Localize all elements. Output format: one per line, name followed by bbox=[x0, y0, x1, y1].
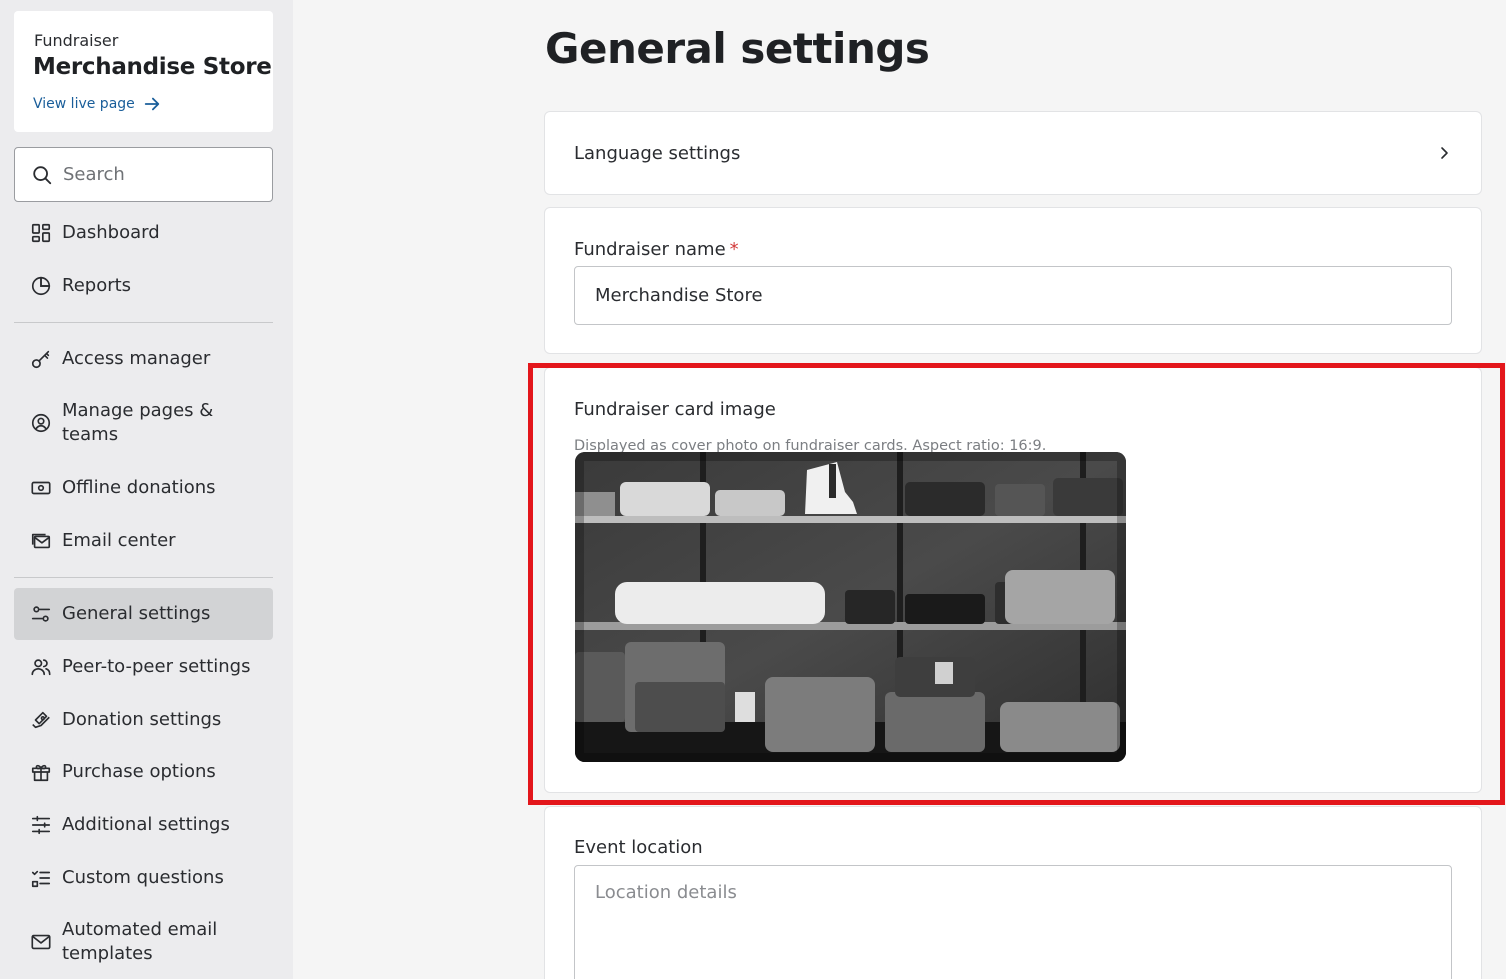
gift-icon bbox=[30, 761, 52, 783]
language-settings-card[interactable]: Language settings bbox=[544, 111, 1482, 195]
email-stack-icon bbox=[30, 530, 52, 552]
fundraiser-card-image-card: Fundraiser card image Displayed as cover… bbox=[544, 367, 1482, 793]
sidebar-item-donation-settings[interactable]: Donation settings bbox=[14, 694, 273, 746]
hand-heart-icon bbox=[30, 709, 52, 731]
sidebar-item-label: General settings bbox=[62, 603, 211, 624]
sidebar-item-label: Additional settings bbox=[62, 814, 230, 835]
event-location-textarea[interactable] bbox=[574, 865, 1452, 979]
sidebar-item-reports[interactable]: Reports bbox=[14, 260, 273, 312]
sidebar-item-label: Access manager bbox=[62, 348, 211, 369]
key-icon bbox=[30, 348, 52, 370]
sidebar-item-dashboard[interactable]: Dashboard bbox=[14, 207, 273, 259]
fundraiser-name-label: Fundraiser name * bbox=[574, 239, 739, 260]
adjustments-icon bbox=[30, 814, 52, 836]
language-settings-row[interactable]: Language settings bbox=[545, 112, 1481, 194]
sliders-icon bbox=[30, 603, 52, 625]
sidebar-divider bbox=[14, 577, 273, 578]
required-asterisk: * bbox=[729, 239, 739, 260]
sidebar-item-label: Donation settings bbox=[62, 709, 222, 730]
fundraiser-name-card: Fundraiser name * bbox=[544, 207, 1482, 354]
dashboard-icon bbox=[30, 222, 52, 244]
sidebar-divider bbox=[14, 322, 273, 323]
arrow-right-icon bbox=[144, 97, 159, 111]
sidebar-item-label: Manage pages & teams bbox=[62, 400, 214, 445]
sidebar-item-label: Automated email templates bbox=[62, 919, 218, 964]
sidebar-item-email-center[interactable]: Email center bbox=[14, 515, 273, 567]
sidebar-item-label: Custom questions bbox=[62, 867, 224, 888]
people-icon bbox=[30, 656, 52, 678]
sidebar-item-manage-pages[interactable]: Manage pages & teams bbox=[14, 390, 273, 456]
fundraiser-name-input[interactable] bbox=[574, 266, 1452, 325]
fundraiser-brand-card: Fundraiser Merchandise Store View live p… bbox=[14, 11, 273, 132]
search-icon bbox=[33, 165, 52, 184]
sidebar-item-general-settings[interactable]: General settings bbox=[14, 588, 273, 640]
page-title: General settings bbox=[545, 24, 930, 73]
sidebar-item-label: Email center bbox=[62, 530, 176, 551]
sidebar-item-additional-settings[interactable]: Additional settings bbox=[14, 799, 273, 851]
view-live-page-label: View live page bbox=[33, 96, 135, 112]
sidebar-item-peer-to-peer[interactable]: Peer-to-peer settings bbox=[14, 641, 273, 693]
sidebar-item-offline-donations[interactable]: Offline donations bbox=[14, 462, 273, 514]
sidebar-item-custom-questions[interactable]: Custom questions bbox=[14, 852, 273, 904]
cash-icon bbox=[30, 477, 52, 499]
sidebar-item-automated-email-templates[interactable]: Automated email templates bbox=[14, 909, 273, 975]
sidebar-item-label: Peer-to-peer settings bbox=[62, 656, 251, 677]
sidebar-item-label: Offline donations bbox=[62, 477, 216, 498]
sidebar-item-label: Reports bbox=[62, 275, 132, 296]
brand-subtitle: Fundraiser bbox=[34, 31, 119, 50]
sidebar-item-access-manager[interactable]: Access manager bbox=[14, 333, 273, 385]
view-live-page-link[interactable]: View live page bbox=[33, 95, 161, 113]
chevron-right-icon bbox=[1441, 147, 1448, 159]
brand-title: Merchandise Store bbox=[33, 54, 272, 80]
envelope-icon bbox=[30, 931, 52, 953]
sidebar: Fundraiser Merchandise Store View live p… bbox=[0, 0, 293, 979]
fundraiser-name-label-text: Fundraiser name bbox=[574, 239, 726, 260]
reports-pie-icon bbox=[30, 275, 52, 297]
event-location-card: Event location bbox=[544, 806, 1482, 979]
fundraiser-card-image-preview[interactable] bbox=[575, 452, 1126, 762]
search-input[interactable] bbox=[63, 164, 253, 185]
event-location-label: Event location bbox=[574, 837, 703, 858]
language-settings-label: Language settings bbox=[574, 142, 741, 164]
sidebar-item-label: Purchase options bbox=[62, 761, 216, 782]
sidebar-item-label: Dashboard bbox=[62, 222, 160, 243]
user-circle-icon bbox=[30, 412, 52, 434]
sidebar-item-purchase-options[interactable]: Purchase options bbox=[14, 746, 273, 798]
fundraiser-card-image-label: Fundraiser card image bbox=[574, 399, 776, 420]
sidebar-search[interactable] bbox=[14, 147, 273, 202]
checklist-icon bbox=[30, 867, 52, 889]
clothing-shelves-photo bbox=[575, 452, 1126, 762]
